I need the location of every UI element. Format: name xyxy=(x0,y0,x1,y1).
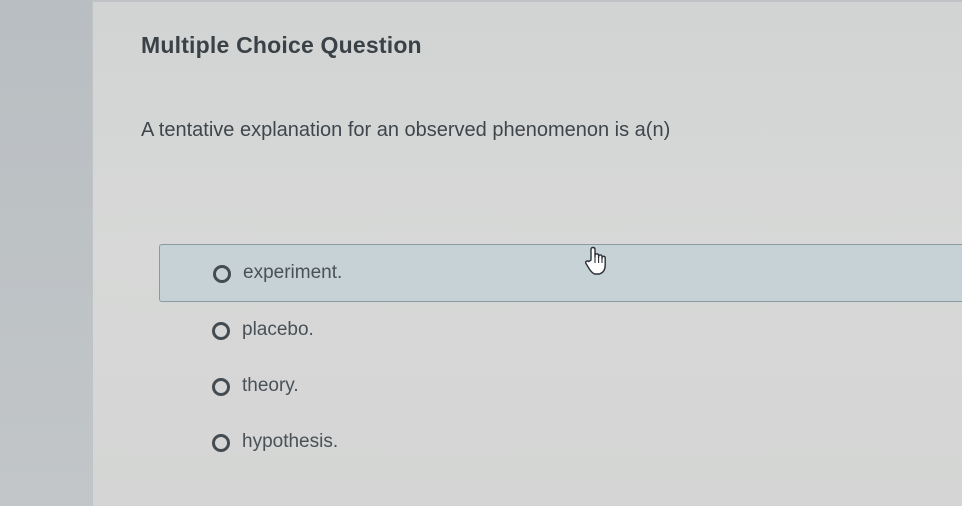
radio-button[interactable] xyxy=(213,265,231,283)
left-margin xyxy=(0,0,92,506)
answer-option-placebo[interactable]: placebo. xyxy=(159,302,962,358)
answer-option-theory[interactable]: theory. xyxy=(159,358,962,414)
hand-pointer-icon xyxy=(584,246,606,275)
radio-button[interactable] xyxy=(212,434,230,452)
answer-option-label: theory. xyxy=(242,375,299,396)
radio-button[interactable] xyxy=(212,378,230,396)
answer-option-experiment[interactable]: experiment. xyxy=(159,244,962,302)
question-type-title: Multiple Choice Question xyxy=(141,32,422,58)
answer-option-label: hypothesis. xyxy=(242,431,339,452)
answer-option-label: experiment. xyxy=(243,262,343,283)
question-prompt: A tentative explanation for an observed … xyxy=(141,119,671,141)
answer-option-label: placebo. xyxy=(242,319,314,340)
answer-option-hypothesis[interactable]: hypothesis. xyxy=(159,414,962,470)
question-card: Multiple Choice Question A tentative exp… xyxy=(92,0,962,506)
radio-button[interactable] xyxy=(212,322,230,340)
answer-options: experiment. placebo. theory. hypothesis. xyxy=(159,244,962,470)
screen: Multiple Choice Question A tentative exp… xyxy=(0,0,962,506)
